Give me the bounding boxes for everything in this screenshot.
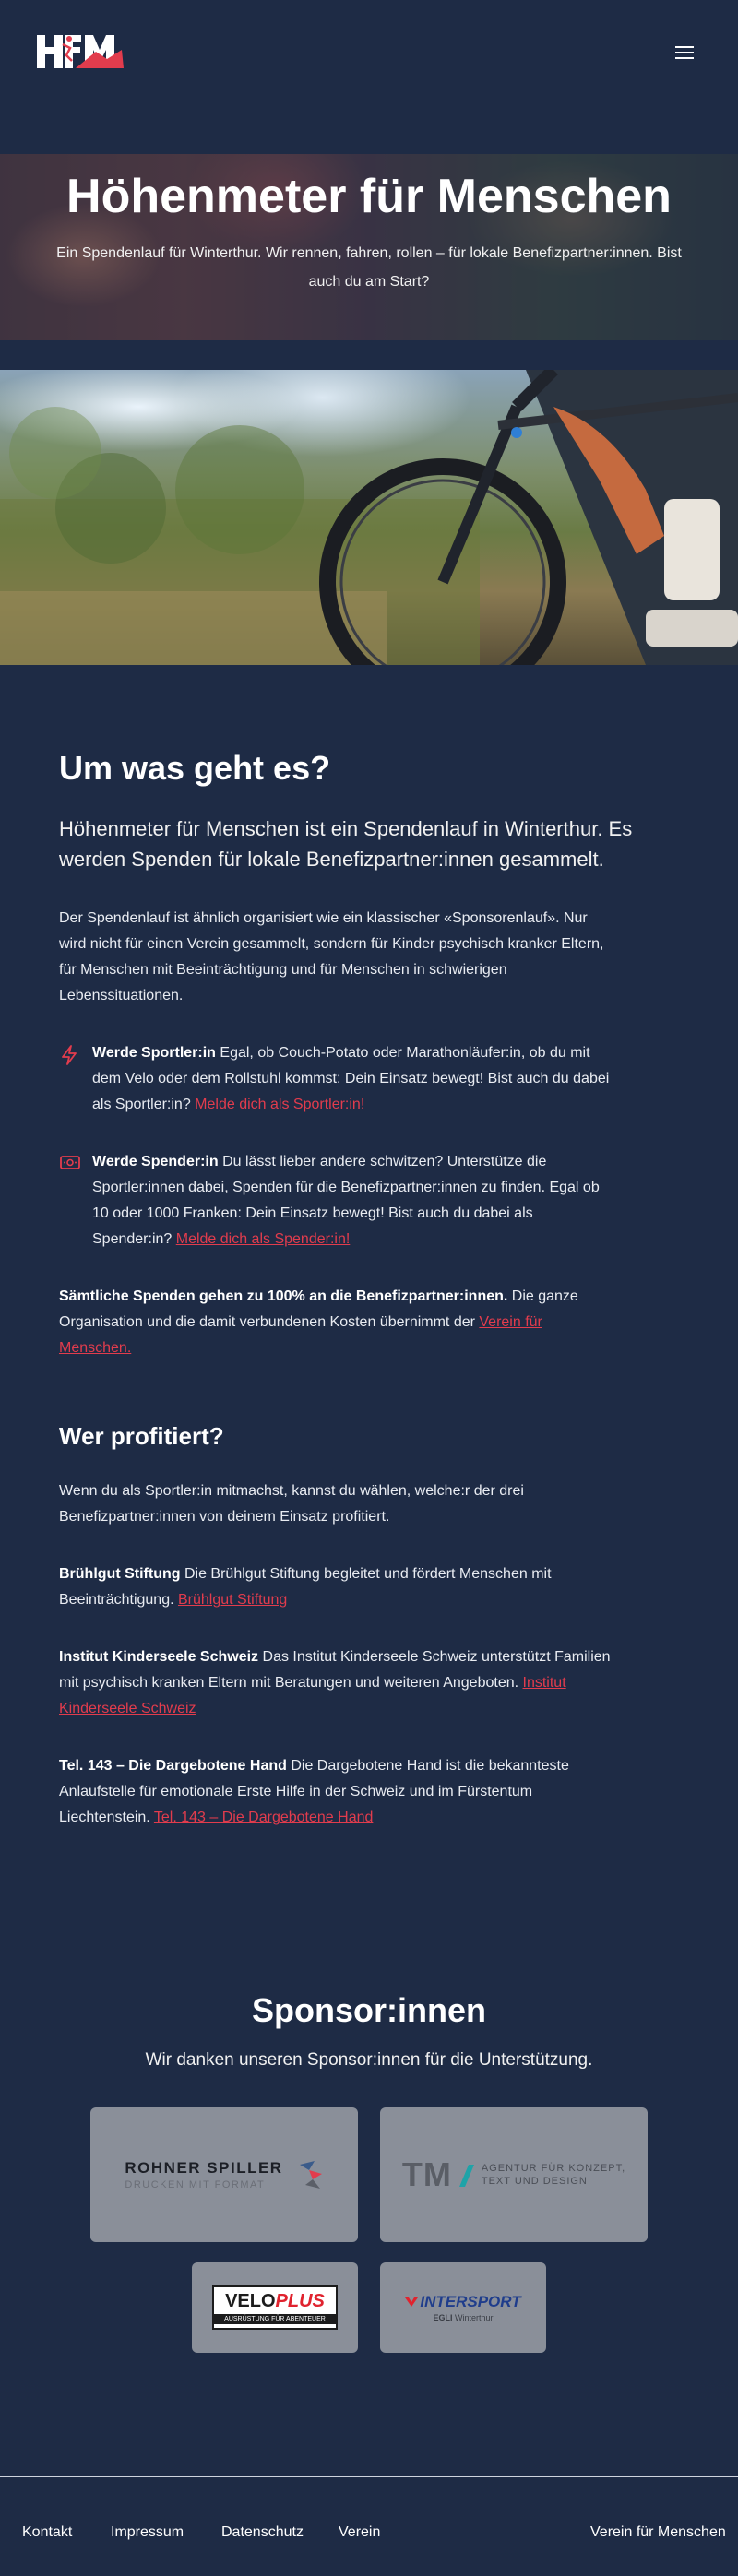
- donation-note: Sämtliche Spenden gehen zu 100% an die B…: [59, 1288, 578, 1357]
- intersport-v-icon: [405, 2297, 419, 2308]
- feature-donor: Werde Spender:in Du lässt lieber andere …: [59, 1149, 613, 1252]
- tm-mark: TM: [401, 2155, 452, 2194]
- menu-icon-line: [675, 46, 694, 48]
- partner-bruehlgut-link[interactable]: Brühlgut Stiftung: [178, 1592, 287, 1608]
- partner-bruehlgut: Brühlgut Stiftung Die Brühlgut Stiftung …: [59, 1566, 552, 1609]
- about-heading: Um was geht es?: [59, 749, 331, 787]
- site-logo[interactable]: [35, 31, 124, 72]
- about-lead: Höhenmeter für Menschen ist ein Spendenl…: [59, 817, 633, 872]
- veloplus-tagline: AUSRÜSTUNG FÜR ABENTEUER: [214, 2313, 336, 2324]
- footer-link-datenschutz[interactable]: Datenschutz: [221, 2524, 304, 2541]
- hero-title: Höhenmeter für Menschen: [66, 170, 672, 223]
- tm-tagline-2: TEXT UND DESIGN: [481, 2176, 588, 2188]
- hero-content: Höhenmeter für Menschen Ein Spendenlauf …: [0, 154, 738, 296]
- rohner-tagline: DRUCKEN MIT FORMAT: [125, 2179, 266, 2191]
- footer-link-impressum[interactable]: Impressum: [111, 2524, 184, 2541]
- beneficiaries-intro: Wenn du als Sportler:in mitmachst, kanns…: [59, 1483, 524, 1525]
- feature-donor-title: Werde Spender:in: [92, 1154, 219, 1170]
- feature-athlete-text: Werde Sportler:in Egal, ob Couch-Potato …: [92, 1045, 610, 1113]
- footer-link-verein-fuer-menschen[interactable]: Verein für Menschen: [590, 2524, 726, 2541]
- logo-graphic: [37, 35, 124, 68]
- site-header: [0, 0, 738, 154]
- sponsor-veloplus[interactable]: VELOPLUS AUSRÜSTUNG FÜR ABENTEUER: [192, 2262, 358, 2354]
- footer-link-kontakt[interactable]: Kontakt: [22, 2524, 72, 2541]
- partner-143: Tel. 143 – Die Dargebotene Hand Die Darg…: [59, 1758, 569, 1826]
- hero-subtitle: Ein Spendenlauf für Winterthur. Wir renn…: [56, 245, 682, 290]
- sponsor-rohner-spiller[interactable]: ROHNER SPILLER DRUCKEN MIT FORMAT: [90, 2107, 358, 2243]
- intersport-sub2: Winterthur: [455, 2313, 494, 2323]
- veloplus-velo: VELO: [225, 2290, 276, 2311]
- register-donor-link[interactable]: Melde dich als Spender:in!: [176, 1231, 351, 1247]
- mountain-bike-image: [0, 370, 738, 665]
- site-footer: Kontakt Impressum Datenschutz Verein Ver…: [0, 2476, 738, 2576]
- partner-143-link[interactable]: Tel. 143 – Die Dargebotene Hand: [154, 1810, 374, 1825]
- menu-toggle-button[interactable]: [672, 42, 697, 65]
- footer-link-verein[interactable]: Verein: [339, 2524, 380, 2541]
- tm-slash-icon: [458, 2165, 474, 2188]
- sponsor-row-2: VELOPLUS AUSRÜSTUNG FÜR ABENTEUER INTERS…: [0, 2262, 738, 2354]
- sponsor-intersport[interactable]: INTERSPORT EGLI Winterthur: [380, 2262, 546, 2354]
- beneficiaries-heading: Wer profitiert?: [59, 1422, 224, 1451]
- bike-illustration: [0, 370, 738, 665]
- sponsor-row-1: ROHNER SPILLER DRUCKEN MIT FORMAT TM AGE…: [0, 2107, 738, 2243]
- sponsors-heading: Sponsor:innen: [252, 1991, 486, 2030]
- intersport-name: INTERSPORT: [420, 2293, 521, 2311]
- intersport-sub1: EGLI: [433, 2313, 453, 2323]
- sponsors-subtitle: Wir danken unseren Sponsor:innen für die…: [145, 2050, 593, 2071]
- menu-icon-line: [675, 57, 694, 59]
- feature-donor-text: Werde Spender:in Du lässt lieber andere …: [92, 1154, 600, 1248]
- feature-athlete: Werde Sportler:in Egal, ob Couch-Potato …: [59, 1040, 613, 1118]
- menu-icon-line: [675, 52, 694, 53]
- rohner-logo-icon: [299, 2161, 322, 2190]
- sponsor-tm-agentur[interactable]: TM AGENTUR FÜR KONZEPT, TEXT UND DESIGN: [380, 2107, 648, 2243]
- partner-kinderseele: Institut Kinderseele Schweiz Das Institu…: [59, 1649, 611, 1717]
- rohner-name: ROHNER SPILLER: [125, 2159, 283, 2178]
- about-intro: Der Spendenlauf ist ähnlich organisiert …: [59, 910, 604, 1004]
- lightning-icon: [59, 1040, 92, 1118]
- money-icon: [59, 1149, 92, 1252]
- hero-banner: Höhenmeter für Menschen Ein Spendenlauf …: [0, 154, 738, 340]
- sponsors-section: Sponsor:innen Wir danken unseren Sponsor…: [0, 1991, 738, 2354]
- main-content: Um was geht es? Höhenmeter für Menschen …: [0, 748, 738, 1831]
- register-athlete-link[interactable]: Melde dich als Sportler:in!: [195, 1097, 364, 1112]
- veloplus-plus: PLUS: [275, 2290, 325, 2311]
- feature-athlete-title: Werde Sportler:in: [92, 1045, 216, 1062]
- tm-tagline-1: AGENTUR FÜR KONZEPT,: [481, 2163, 626, 2175]
